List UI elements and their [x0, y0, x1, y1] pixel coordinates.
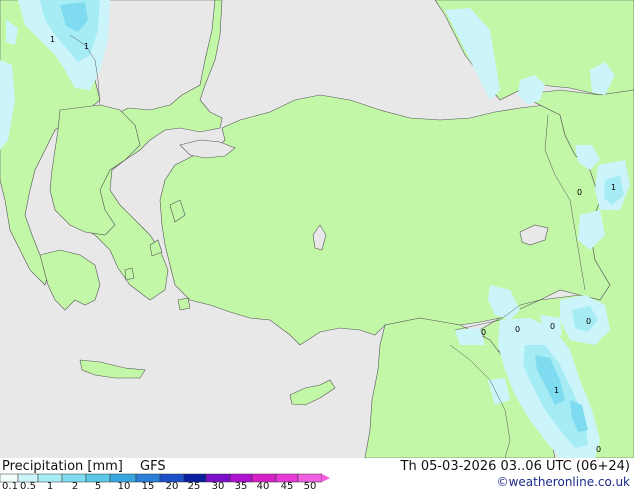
aegean-island: [177, 297, 191, 311]
map-value-label: 0: [586, 317, 591, 326]
map-value-label: 1: [611, 183, 616, 192]
legend-tick-label: 40: [256, 481, 270, 492]
map-value-label: 0: [515, 325, 520, 334]
aegean-island: [124, 267, 135, 281]
legend-tick-label: 35: [234, 481, 248, 492]
map-value-label: 1: [50, 35, 55, 44]
legend-tick-label: 25: [187, 481, 201, 492]
valid-time: Th 05-03-2026 03..06 UTC (06+24): [400, 459, 631, 474]
legend-tick-label: 5: [94, 481, 102, 492]
legend-tick-label: 2: [71, 481, 79, 492]
legend-tick-label: 50: [303, 481, 317, 492]
legend-tick-label: 30: [211, 481, 225, 492]
legend-tick-label: 0.1: [2, 481, 18, 492]
legend-arrow: [322, 474, 330, 482]
legend-tick-label: 10: [117, 481, 131, 492]
map-value-label: 0: [481, 328, 486, 337]
map-value-label: 1: [554, 386, 559, 395]
legend-tick-label: 15: [141, 481, 155, 492]
map-value-label: 0: [577, 188, 582, 197]
legend-tick-label: 0.5: [20, 481, 36, 492]
map-value-label: 1: [84, 42, 89, 51]
map-value-label: 0: [550, 322, 555, 331]
map-value-label: 0: [596, 445, 601, 454]
precipitation-map: 1 1 0 1 0 0 0 0 1 0: [0, 0, 634, 458]
legend-tick-label: 45: [280, 481, 294, 492]
legend-tick-label: 20: [165, 481, 179, 492]
legend-tick-label: 1: [46, 481, 54, 492]
copyright-text: ©weatheronline.co.uk: [496, 475, 630, 489]
